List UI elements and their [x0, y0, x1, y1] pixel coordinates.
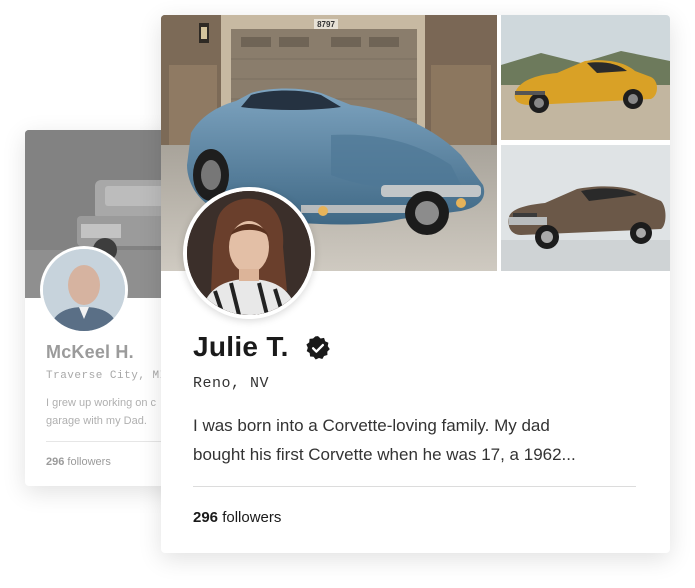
followers-count: 296: [46, 456, 65, 468]
main-profile-name[interactable]: Julie T.: [193, 331, 289, 363]
brown-car-photo[interactable]: [501, 145, 670, 271]
main-profile-followers[interactable]: 296 followers: [193, 509, 281, 526]
back-profile-followers[interactable]: 296 followers: [46, 456, 111, 468]
followers-label: followers: [67, 456, 111, 468]
verified-badge-icon: [305, 335, 331, 361]
back-profile-name[interactable]: McKeel H.: [46, 342, 134, 363]
house-number: 8797: [317, 20, 335, 29]
main-profile-location: Reno, NV: [193, 375, 270, 392]
main-profile-avatar[interactable]: [183, 187, 315, 319]
main-profile-bio: I was born into a Corvette-loving family…: [193, 416, 576, 464]
yellow-car-photo[interactable]: [501, 15, 670, 140]
divider: [193, 486, 636, 487]
followers-count: 296: [193, 509, 219, 526]
main-profile-card[interactable]: 8797 Julie T. Reno, NV I was born into a…: [161, 15, 670, 553]
followers-label: followers: [222, 509, 282, 526]
back-profile-location: Traverse City, MI: [46, 370, 167, 382]
back-profile-avatar[interactable]: [40, 246, 128, 334]
